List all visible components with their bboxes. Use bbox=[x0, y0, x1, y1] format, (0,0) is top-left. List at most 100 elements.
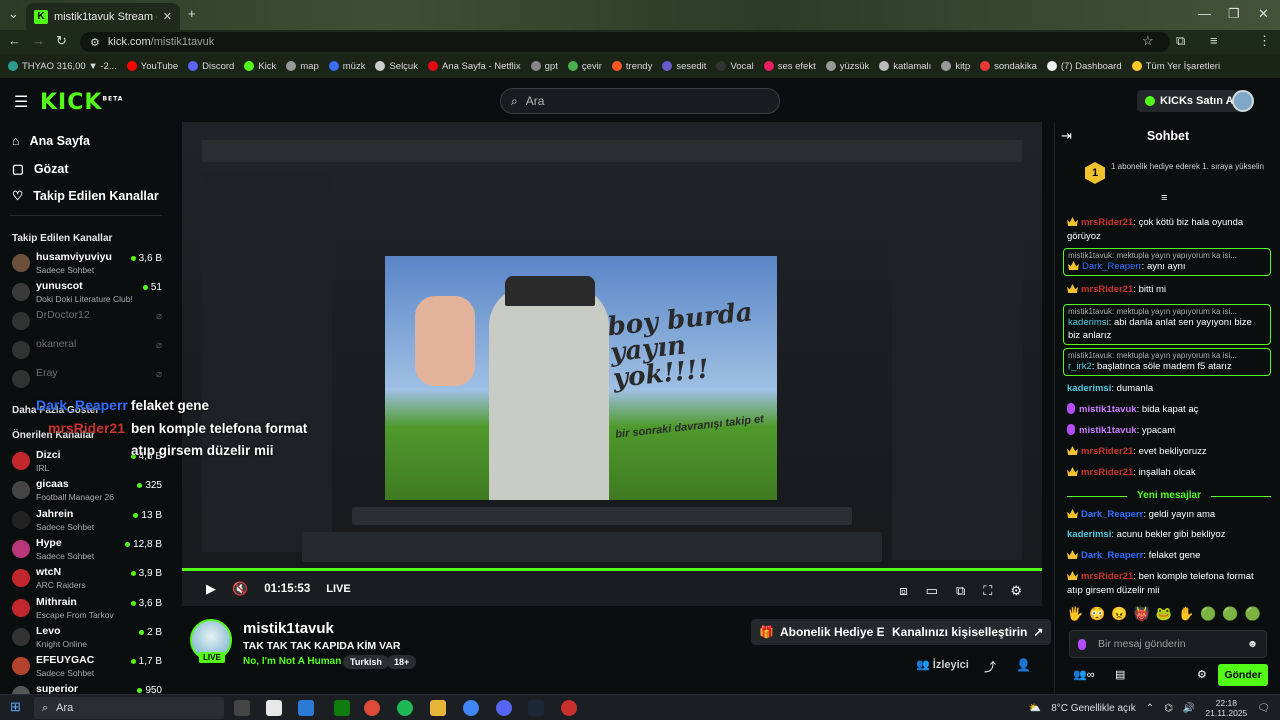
minimize-icon[interactable]: — bbox=[1198, 6, 1211, 21]
emote-icon[interactable]: 🟢 bbox=[1222, 606, 1238, 622]
bookmark-item[interactable]: (7) Dashboard bbox=[1046, 61, 1122, 72]
chat-username[interactable]: kaderimsi bbox=[1067, 529, 1111, 540]
sidebar-channel[interactable]: okaneral ⌀ bbox=[12, 337, 162, 365]
bookmark-item[interactable]: kitp bbox=[941, 61, 970, 72]
chat-message[interactable]: mistik1tavuk: ypacam bbox=[1067, 424, 1271, 438]
chat-message[interactable]: Dark_Reaperr: geldi yayın ama bbox=[1067, 508, 1271, 522]
chat-username[interactable]: mistik1tavuk bbox=[1079, 404, 1137, 415]
bookmark-item[interactable]: çevir bbox=[567, 61, 602, 72]
bookmark-item[interactable]: map bbox=[286, 61, 319, 72]
bookmark-item[interactable]: Tüm Yer İşaretleri bbox=[1131, 61, 1220, 72]
buy-kicks-button[interactable]: KICKs Satın Al bbox=[1137, 90, 1245, 112]
volume-icon[interactable]: 🔊 bbox=[1183, 703, 1195, 714]
sidebar-channel[interactable]: Levo Knight Online 2 B bbox=[12, 624, 162, 652]
back-icon[interactable]: ← bbox=[8, 33, 21, 48]
sidebar-channel[interactable]: gicaas Football Manager 26 325 bbox=[12, 477, 162, 505]
video-player[interactable]: boy burda yayın yok!!!! bir sonraki davr… bbox=[182, 122, 1042, 606]
chat-message[interactable]: mrsRider21: bitti mi bbox=[1067, 283, 1271, 297]
xbox-icon[interactable] bbox=[334, 700, 350, 716]
browser-tab[interactable]: K mistik1tavuk Stream - Watch ✕ bbox=[26, 3, 180, 30]
close-window-icon[interactable]: ✕ bbox=[1258, 6, 1269, 22]
chat-username[interactable]: Dark_Reaperr bbox=[1082, 261, 1142, 272]
clip-icon[interactable]: ⧈ bbox=[899, 583, 907, 599]
emoji-picker-icon[interactable]: ☻ bbox=[1247, 638, 1258, 650]
chat-username[interactable]: mrsRider21 bbox=[1081, 284, 1133, 295]
chat-message[interactable]: mrsRider21: evet bekliyoruzz bbox=[1067, 445, 1271, 459]
bookmark-item[interactable]: Ana Sayfa - Netflix bbox=[427, 61, 521, 72]
taskbar-search-input[interactable]: ⌕ Ara bbox=[34, 697, 224, 719]
mute-icon[interactable]: 🔇 bbox=[232, 581, 248, 597]
pip-icon[interactable]: ⧉ bbox=[956, 583, 965, 599]
app-red-icon[interactable] bbox=[561, 700, 577, 716]
windows-start-icon[interactable]: ⊞ bbox=[10, 699, 21, 715]
settings-gear-icon[interactable]: ⚙ bbox=[1010, 583, 1022, 599]
app-icon[interactable] bbox=[266, 700, 282, 716]
chat-reply-message[interactable]: mistik1tavuk: mektupla yayın yapıyorum k… bbox=[1063, 248, 1271, 276]
nav-browse[interactable]: ▢ Gözat bbox=[12, 161, 69, 177]
bookmark-item[interactable]: trendy bbox=[611, 61, 652, 72]
notification-icon[interactable]: 🗨 bbox=[1257, 703, 1270, 714]
play-icon[interactable]: ▶ bbox=[206, 581, 216, 597]
chat-message[interactable]: mrsRider21: çok kötü biz hala oyunda gör… bbox=[1067, 216, 1271, 244]
emote-icon[interactable]: 🟢 bbox=[1200, 606, 1216, 622]
sidebar-channel[interactable]: Jahrein Sadece Sohbet 13 B bbox=[12, 507, 162, 535]
send-button[interactable]: Gönder bbox=[1218, 664, 1268, 686]
bookmark-item[interactable]: katlamalı bbox=[879, 61, 931, 72]
emote-icon[interactable]: 👹 bbox=[1134, 606, 1150, 622]
tag-18plus[interactable]: 18+ bbox=[387, 655, 417, 669]
media-icon[interactable]: ≡ bbox=[1210, 33, 1218, 48]
discord-icon[interactable] bbox=[496, 700, 512, 716]
sidebar-channel[interactable]: DrDoctor12 ⌀ bbox=[12, 308, 162, 336]
task-view-icon[interactable] bbox=[234, 700, 250, 716]
chrome-2-icon[interactable] bbox=[463, 700, 479, 716]
gift-sub-button[interactable]: 🎁 Abonelik Hediye Et bbox=[751, 619, 897, 645]
kick-logo[interactable]: KICKBETA bbox=[40, 90, 123, 115]
bookmark-item[interactable]: YouTube bbox=[126, 61, 178, 72]
maximize-icon[interactable]: ❐ bbox=[1228, 6, 1240, 22]
emote-icon[interactable]: ✋ bbox=[1178, 606, 1194, 622]
user-avatar[interactable] bbox=[1232, 90, 1254, 112]
emote-icon[interactable]: 😳 bbox=[1089, 606, 1105, 622]
chat-settings-icon[interactable]: ⚙ bbox=[1197, 668, 1207, 681]
hamburger-menu-icon[interactable]: ☰ bbox=[14, 92, 28, 112]
bookmark-item[interactable]: yüzsük bbox=[825, 61, 869, 72]
sidebar-channel[interactable]: Mithrain Escape From Tarkov 3,6 B bbox=[12, 595, 162, 623]
customize-channel-button[interactable]: Kanalınızı kişiselleştirin ↗ bbox=[884, 619, 1052, 645]
tray-chevron-icon[interactable]: ⌃ bbox=[1146, 703, 1154, 714]
site-info-icon[interactable]: ⚙ bbox=[90, 36, 100, 49]
chat-message[interactable]: mrsRider21: inşallah olcak bbox=[1067, 466, 1271, 480]
emote-icon[interactable]: 🐸 bbox=[1156, 606, 1172, 622]
extensions-icon[interactable]: ⧉ bbox=[1176, 33, 1185, 49]
chat-username[interactable]: Dark_Reaperr bbox=[1081, 509, 1143, 520]
tab-search-icon[interactable]: ⌄ bbox=[8, 6, 19, 22]
chat-message[interactable]: mistik1tavuk: bida kapat aç bbox=[1067, 403, 1271, 417]
chat-message-input[interactable]: Bir mesaj gönderin ☻ bbox=[1069, 630, 1267, 658]
sidebar-channel[interactable]: Hype Sadece Sohbet 12,8 B bbox=[12, 536, 162, 564]
sidebar-channel[interactable]: EFEUYGAC Sadece Sohbet 1,7 B bbox=[12, 653, 162, 681]
chat-username[interactable]: Dark_Reaperr bbox=[1081, 550, 1143, 561]
theater-icon[interactable]: ▭ bbox=[926, 583, 938, 599]
follow-user-icon[interactable]: 👤 bbox=[1016, 658, 1031, 672]
chat-username[interactable]: mrsRider21 bbox=[1081, 217, 1133, 228]
reload-icon[interactable]: ↻ bbox=[56, 33, 67, 49]
spotify-icon[interactable] bbox=[397, 700, 413, 716]
chat-username[interactable]: mrsRider21 bbox=[1081, 467, 1133, 478]
bookmark-item[interactable]: Selçuk bbox=[375, 61, 418, 72]
bookmark-item[interactable]: sondakika bbox=[980, 61, 1037, 72]
bookmark-item[interactable]: müzk bbox=[328, 61, 365, 72]
bookmark-item[interactable]: gpt bbox=[530, 61, 558, 72]
bookmark-item[interactable]: Discord bbox=[188, 61, 234, 72]
emote-icon[interactable]: 😠 bbox=[1111, 606, 1127, 622]
forward-icon[interactable]: → bbox=[32, 33, 45, 48]
sidebar-channel[interactable]: husamviyuviyu Sadece Sohbet 3,6 B bbox=[12, 250, 162, 278]
bookmark-item[interactable]: Vocal bbox=[716, 61, 754, 72]
file-explorer-icon[interactable] bbox=[430, 700, 446, 716]
store-app-icon[interactable] bbox=[298, 700, 314, 716]
steam-icon[interactable] bbox=[528, 700, 544, 716]
fullscreen-icon[interactable]: ⛶ bbox=[983, 583, 992, 599]
chat-reply-message[interactable]: mistik1tavuk: mektupla yayın yapıyorum k… bbox=[1063, 304, 1271, 345]
channel-name[interactable]: mistik1tavuk bbox=[243, 620, 334, 637]
bookmark-item[interactable]: THYAO 316,00 ▼ -2... bbox=[8, 61, 117, 72]
stream-category-link[interactable]: No, I'm Not A Human bbox=[243, 656, 341, 667]
emote-icon[interactable]: 🟢 bbox=[1245, 606, 1261, 622]
